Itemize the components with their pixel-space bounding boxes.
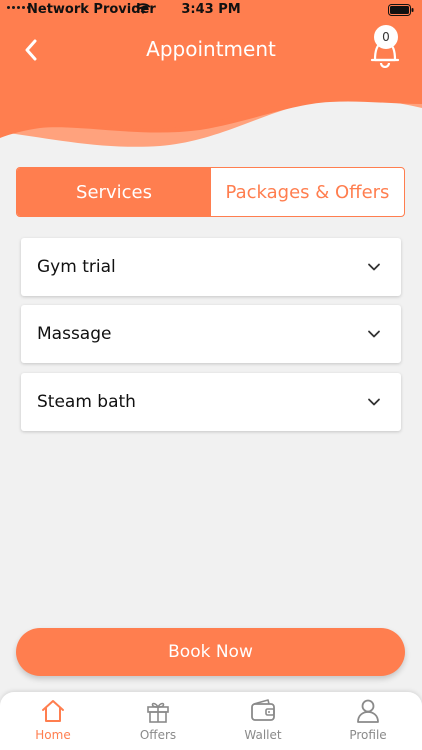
home-icon	[42, 700, 64, 722]
gift-icon	[147, 702, 169, 723]
wallet-icon	[251, 699, 275, 721]
status-bar: Network Provider 3:43 PM	[0, 0, 422, 22]
service-item-label: Gym trial	[37, 257, 116, 277]
book-now-button[interactable]: Book Now	[16, 628, 405, 676]
tab-packages-offers[interactable]: Packages & Offers	[211, 168, 404, 216]
nav-label: Profile	[349, 728, 387, 742]
page-title: Appointment	[146, 37, 276, 61]
header-wave	[0, 0, 422, 147]
battery-icon	[388, 4, 414, 16]
chevron-down-icon	[368, 398, 380, 406]
tab-services[interactable]: Services	[17, 168, 211, 216]
service-item-massage[interactable]: Massage	[21, 305, 401, 363]
nav-label: Wallet	[244, 728, 282, 742]
chevron-down-icon	[368, 263, 380, 271]
notification-count-badge: 0	[374, 25, 398, 49]
user-icon	[357, 699, 379, 723]
nav-profile[interactable]: Profile	[323, 698, 413, 746]
service-item-steam-bath[interactable]: Steam bath	[21, 373, 401, 431]
bottom-nav: Home Offers Wallet Profile	[0, 692, 422, 750]
status-time: 3:43 PM	[181, 2, 241, 17]
nav-wallet[interactable]: Wallet	[218, 698, 308, 746]
nav-offers[interactable]: Offers	[113, 698, 203, 746]
appointment-screen: Network Provider 3:43 PM Appointment 0 S…	[0, 0, 422, 750]
chevron-down-icon	[368, 330, 380, 338]
segment-tabs: Services Packages & Offers	[16, 167, 405, 217]
header: Network Provider 3:43 PM Appointment 0	[0, 0, 422, 150]
service-item-gym-trial[interactable]: Gym trial	[21, 238, 401, 296]
nav-label: Offers	[139, 728, 177, 742]
nav-label: Home	[35, 728, 71, 742]
nav-home[interactable]: Home	[8, 698, 98, 746]
service-item-label: Steam bath	[37, 392, 136, 412]
service-item-label: Massage	[37, 324, 112, 344]
